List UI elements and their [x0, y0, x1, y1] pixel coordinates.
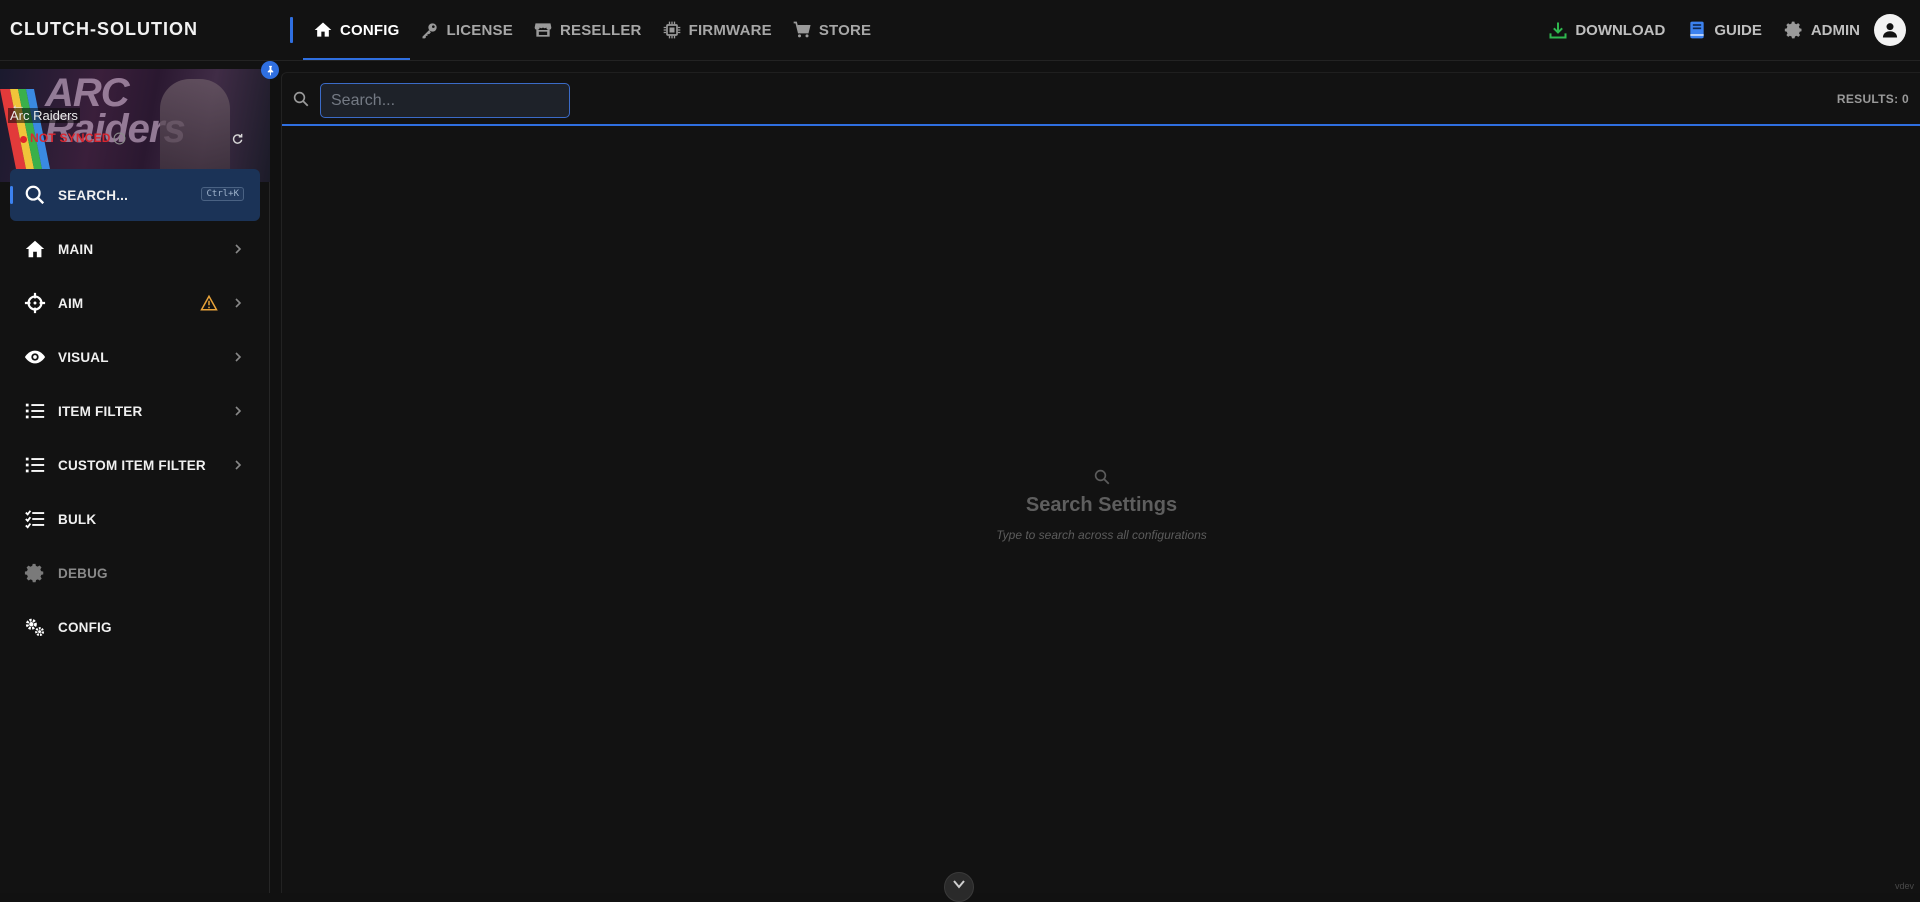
search-icon — [24, 184, 46, 206]
admin-label: ADMIN — [1810, 21, 1860, 39]
chip-icon — [662, 20, 682, 40]
store-icon — [533, 20, 553, 40]
gears-icon — [24, 616, 46, 638]
refresh-icon[interactable] — [230, 131, 244, 145]
game-title: Arc Raiders — [8, 108, 80, 123]
sidebar-item-label: BULK — [58, 511, 97, 527]
crosshair-icon — [24, 292, 46, 314]
nav-divider — [290, 17, 293, 43]
download-label: DOWNLOAD — [1575, 21, 1666, 39]
sidebar-item-bulk[interactable]: BULK — [10, 493, 260, 545]
book-icon — [1687, 20, 1707, 40]
sync-status-dot — [20, 136, 27, 143]
eye-icon — [24, 346, 46, 368]
nav-tab-store[interactable]: STORE — [782, 0, 881, 60]
search-icon — [293, 91, 309, 107]
pin-icon[interactable] — [261, 61, 279, 79]
key-icon — [420, 20, 440, 40]
chevron-right-icon — [235, 406, 242, 416]
search-bar: RESULTS: 0 — [282, 73, 1920, 126]
gear-icon — [24, 562, 46, 584]
nav-tab-reseller[interactable]: RESELLER — [523, 0, 652, 60]
sidebar-item-search[interactable]: SEARCH... Ctrl+K — [10, 169, 260, 221]
banner-character-art — [160, 79, 230, 182]
scroll-down-button[interactable] — [944, 872, 974, 902]
download-icon — [1548, 20, 1568, 40]
chevron-right-icon — [235, 352, 242, 362]
results-count: RESULTS: 0 — [1836, 92, 1909, 106]
chevron-right-icon — [235, 298, 242, 308]
game-banner[interactable]: ARC Raiders ← Arc Raiders — [0, 69, 270, 182]
sidebar-item-aim[interactable]: AIM — [10, 277, 260, 329]
info-icon[interactable] — [113, 132, 126, 145]
sidebar-item-visual[interactable]: VISUAL — [10, 331, 260, 383]
nav-tab-label: STORE — [818, 21, 872, 39]
version-label: vdev — [1894, 881, 1914, 891]
sidebar-item-debug[interactable]: DEBUG — [10, 547, 260, 599]
guide-label: GUIDE — [1714, 21, 1762, 39]
sidebar-item-label: ITEM FILTER — [58, 403, 143, 419]
top-right-actions: DOWNLOAD GUIDE ADMIN — [1526, 0, 1920, 60]
cart-icon — [792, 20, 812, 40]
sync-status-text: NOT SYNCED — [30, 131, 111, 145]
shortcut-badge: Ctrl+K — [201, 187, 244, 201]
list-icon — [24, 400, 46, 422]
list-icon — [24, 454, 46, 476]
checklist-icon — [24, 508, 46, 530]
chevron-down-icon — [953, 880, 965, 889]
warning-icon — [200, 294, 218, 311]
sidebar-item-main[interactable]: MAIN — [10, 223, 260, 275]
empty-state-subtitle: Type to search across all configurations — [996, 528, 1207, 542]
top-bar: CLUTCH-SOLUTION CONFIG LICENSE RESELLER … — [0, 0, 1920, 61]
nav-tab-config[interactable]: CONFIG — [303, 0, 410, 60]
empty-state-title: Search Settings — [1025, 494, 1178, 516]
nav-tab-label: RESELLER — [559, 21, 642, 39]
sidebar-item-label: VISUAL — [58, 349, 109, 365]
sidebar-item-label: DEBUG — [58, 565, 108, 581]
sidebar-item-label: CONFIG — [58, 619, 112, 635]
sidebar-item-label: CUSTOM ITEM FILTER — [58, 457, 206, 473]
search-icon — [1094, 469, 1109, 485]
sidebar-item-label: SEARCH... — [58, 187, 129, 203]
main-content: RESULTS: 0 Search Settings Type to searc… — [281, 72, 1920, 893]
admin-button[interactable]: ADMIN — [1784, 20, 1860, 40]
sidebar-item-custom-item-filter[interactable]: CUSTOM ITEM FILTER — [10, 439, 260, 491]
empty-state: Search Settings Type to search across al… — [282, 468, 1920, 542]
nav-tab-firmware[interactable]: FIRMWARE — [652, 0, 782, 60]
nav-tab-label: FIRMWARE — [688, 21, 772, 39]
sidebar-item-item-filter[interactable]: ITEM FILTER — [10, 385, 260, 437]
chevron-right-icon — [235, 460, 242, 470]
sidebar-item-config[interactable]: CONFIG — [10, 601, 260, 653]
chevron-right-icon — [235, 244, 242, 254]
search-input[interactable] — [320, 83, 570, 118]
guide-button[interactable]: GUIDE — [1687, 20, 1762, 40]
download-button[interactable]: DOWNLOAD — [1548, 20, 1665, 40]
home-icon — [24, 238, 46, 260]
sidebar-item-label: AIM — [58, 295, 84, 311]
main-nav: CONFIG LICENSE RESELLER FIRMWARE STORE — [303, 0, 881, 60]
gear-icon — [1784, 20, 1804, 40]
user-avatar-button[interactable] — [1874, 14, 1906, 46]
sidebar-item-label: MAIN — [58, 241, 94, 257]
sidebar: ARC Raiders ← Arc Raiders NOT SYNCED SEA… — [0, 61, 279, 893]
nav-tab-label: CONFIG — [340, 21, 400, 39]
brand-logo: CLUTCH-SOLUTION — [10, 19, 198, 39]
nav-tab-label: LICENSE — [446, 21, 513, 39]
home-icon — [313, 20, 333, 40]
sidebar-menu: SEARCH... Ctrl+K MAIN AIM VISUAL ITEM FI… — [10, 169, 260, 655]
nav-tab-license[interactable]: LICENSE — [410, 0, 523, 60]
user-icon — [1880, 20, 1900, 40]
